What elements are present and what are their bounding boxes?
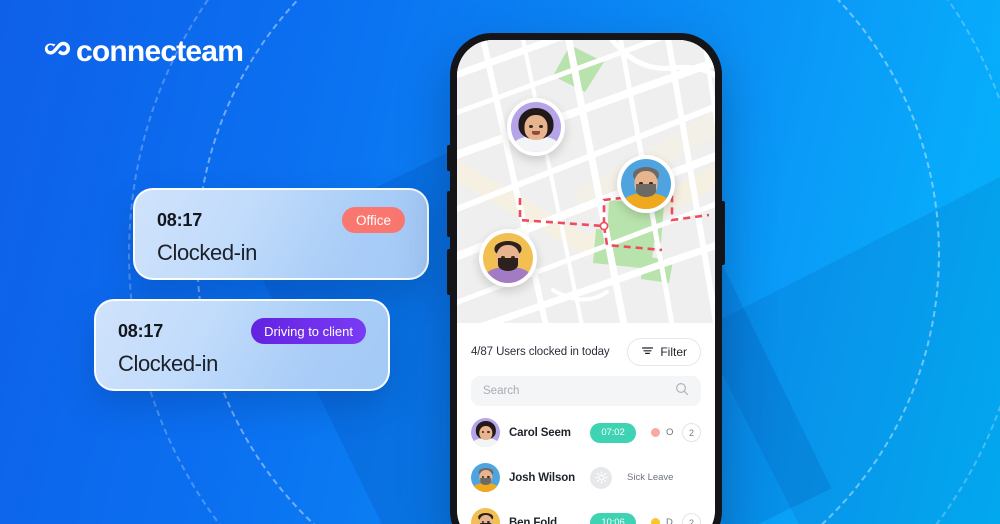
filter-button[interactable]: Filter xyxy=(627,338,701,366)
hero-banner: connecteam 08:17 Office Clocked-in 08:17… xyxy=(0,0,1000,524)
card-top-row: 08:17 Office xyxy=(157,206,405,234)
phone-screen: 4/87 Users clocked in today Filter Searc… xyxy=(457,40,715,524)
brand-name: connecteam xyxy=(76,34,244,68)
phone-volume-down-button[interactable] xyxy=(447,249,450,295)
phone-mockup: 4/87 Users clocked in today Filter Searc… xyxy=(447,33,725,524)
clock-in-time: 07:02 xyxy=(590,422,636,443)
avatar xyxy=(471,508,500,524)
status-dot-driving xyxy=(651,518,660,524)
map-marker-ben[interactable] xyxy=(479,229,537,287)
search-input[interactable]: Search xyxy=(471,376,701,406)
phone-power-button[interactable] xyxy=(722,201,725,265)
user-name: Ben Fold xyxy=(509,516,557,524)
status-dot-office xyxy=(651,428,660,437)
card-time: 08:17 xyxy=(118,320,164,341)
status-label: Sick Leave xyxy=(627,472,674,483)
card-status-text: Clocked-in xyxy=(157,240,257,265)
card-top-row: 08:17 Driving to client xyxy=(118,317,366,345)
status-group: Sick Leave xyxy=(627,472,701,483)
search-placeholder: Search xyxy=(483,385,520,397)
map-marker-josh[interactable] xyxy=(617,155,675,213)
list-item[interactable]: Josh Wilson Sick Leave xyxy=(471,455,701,500)
users-panel: 4/87 Users clocked in today Filter Searc… xyxy=(457,323,715,524)
user-name: Josh Wilson xyxy=(509,471,575,484)
background-angle-shape-right xyxy=(700,121,1000,524)
shift-count[interactable]: 2 xyxy=(682,513,701,524)
sick-leave-icon xyxy=(590,466,612,489)
infinity-icon xyxy=(40,34,74,69)
phone-mute-switch[interactable] xyxy=(447,145,450,171)
status-card-driving: 08:17 Driving to client Clocked-in xyxy=(94,299,390,391)
avatar xyxy=(511,102,561,152)
card-status-text: Clocked-in xyxy=(118,351,218,376)
avatar xyxy=(471,463,500,492)
card-time: 08:17 xyxy=(157,209,203,230)
brand-logo: connecteam xyxy=(40,34,244,69)
map-route-node xyxy=(599,221,609,231)
filter-label: Filter xyxy=(660,345,687,359)
avatar xyxy=(471,418,500,447)
status-label: Driving to... xyxy=(666,517,673,524)
status-group: Office xyxy=(651,427,673,438)
status-group: Driving to... xyxy=(651,517,673,524)
clock-in-time: 10:06 xyxy=(590,512,636,524)
list-item[interactable]: Ben Fold 10:06 Driving to... 2 xyxy=(471,500,701,524)
avatar xyxy=(483,233,533,283)
search-icon[interactable] xyxy=(675,382,689,401)
list-item[interactable]: Carol Seem 07:02 Office 2 xyxy=(471,410,701,455)
map-marker-carol[interactable] xyxy=(507,98,565,156)
panel-header: 4/87 Users clocked in today Filter xyxy=(471,337,701,367)
status-label: Office xyxy=(666,427,673,438)
clocked-in-count: 4/87 Users clocked in today xyxy=(471,346,610,358)
map-view[interactable] xyxy=(457,40,715,323)
phone-volume-up-button[interactable] xyxy=(447,191,450,237)
status-badge-office: Office xyxy=(341,207,405,233)
status-card-office: 08:17 Office Clocked-in xyxy=(133,188,429,280)
filter-icon xyxy=(641,344,654,360)
status-badge-driving: Driving to client xyxy=(251,318,366,344)
shift-count[interactable]: 2 xyxy=(682,423,701,442)
user-list: Carol Seem 07:02 Office 2 xyxy=(471,410,701,524)
user-name: Carol Seem xyxy=(509,426,571,439)
avatar xyxy=(621,159,671,209)
